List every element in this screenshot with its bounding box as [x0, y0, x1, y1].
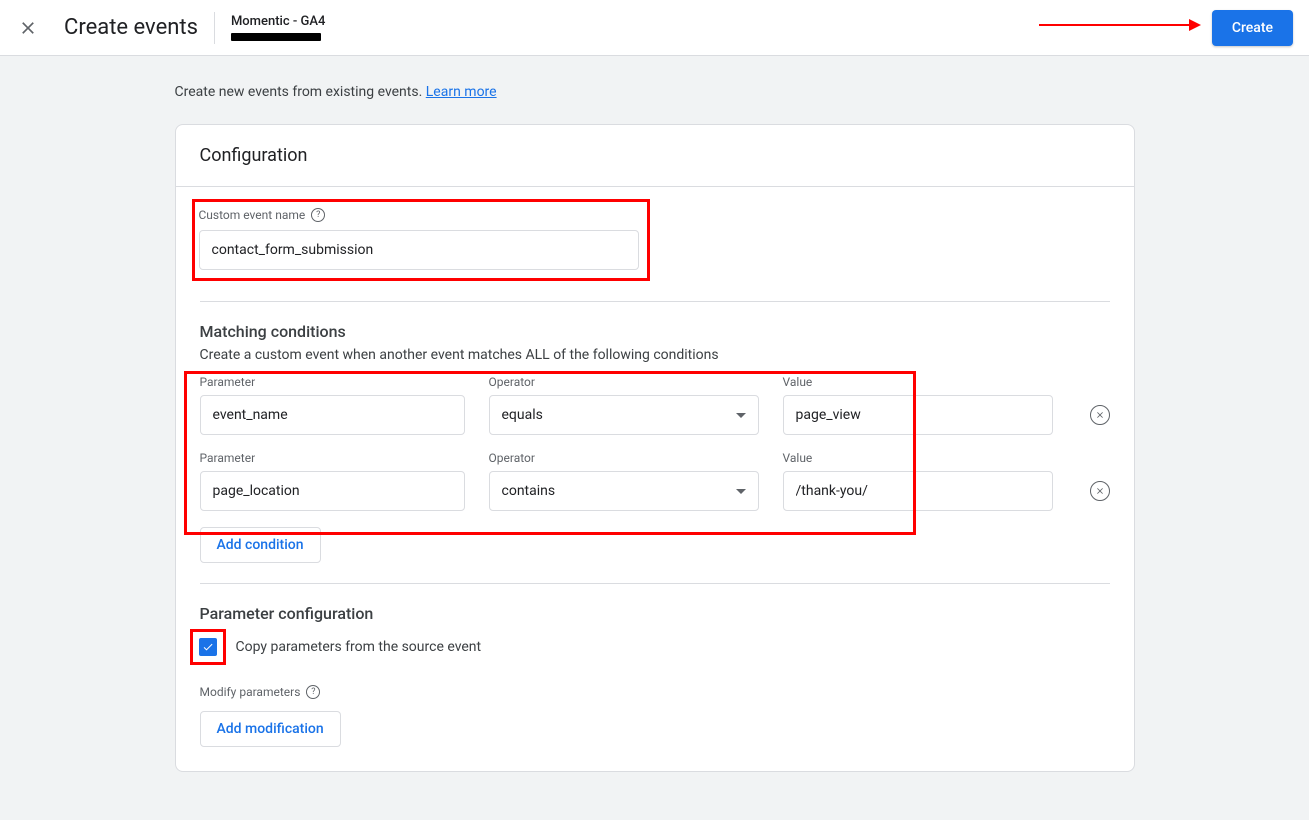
divider [214, 12, 215, 44]
parameter-label: Parameter [200, 375, 465, 389]
create-button[interactable]: Create [1212, 10, 1293, 46]
matching-subtitle: Create a custom event when another event… [200, 347, 1110, 363]
learn-more-link[interactable]: Learn more [426, 84, 497, 100]
stream-id-redacted [231, 33, 321, 41]
help-icon[interactable]: ? [306, 685, 320, 699]
operator-select[interactable]: contains [489, 471, 759, 511]
value-label: Value [783, 375, 1053, 389]
stream-name: Momentic - GA4 [231, 14, 325, 29]
operator-label: Operator [489, 451, 759, 465]
copy-params-row: Copy parameters from the source event [200, 629, 1110, 665]
help-icon[interactable]: ? [311, 208, 325, 222]
highlight-custom-event-name: Custom event name ? [192, 199, 650, 281]
divider [200, 583, 1110, 584]
remove-condition-icon[interactable] [1090, 405, 1110, 425]
operator-select[interactable]: equals [489, 395, 759, 435]
configuration-card: Configuration Custom event name ? Matchi… [175, 124, 1135, 772]
value-input[interactable] [783, 395, 1053, 435]
parameter-label: Parameter [200, 451, 465, 465]
conditions-wrapper: Parameter Operator equals Value [200, 375, 1110, 511]
stream-info: Momentic - GA4 [231, 14, 325, 41]
matching-title: Matching conditions [200, 322, 1110, 341]
custom-event-name-input[interactable] [199, 230, 639, 270]
annotation-arrow [1039, 24, 1199, 26]
copy-params-checkbox[interactable] [199, 638, 217, 656]
chevron-down-icon [736, 489, 746, 494]
remove-condition-icon[interactable] [1090, 481, 1110, 501]
highlight-checkbox [190, 629, 226, 665]
modify-params-label: Modify parameters ? [200, 685, 1110, 699]
copy-params-label: Copy parameters from the source event [236, 639, 482, 655]
chevron-down-icon [736, 413, 746, 418]
condition-row: Parameter Operator equals Value [200, 375, 1110, 435]
param-config-title: Parameter configuration [200, 604, 1110, 623]
card-header: Configuration [176, 125, 1134, 187]
divider [200, 301, 1110, 302]
add-modification-button[interactable]: Add modification [200, 711, 341, 747]
operator-label: Operator [489, 375, 759, 389]
intro-text: Create new events from existing events. … [175, 84, 1135, 100]
page-title: Create events [64, 15, 198, 40]
header-bar: Create events Momentic - GA4 Create [0, 0, 1309, 56]
content-area: Create new events from existing events. … [0, 56, 1309, 772]
parameter-input[interactable] [200, 471, 465, 511]
custom-event-name-label: Custom event name ? [199, 208, 639, 222]
value-label: Value [783, 451, 1053, 465]
close-icon[interactable] [16, 16, 40, 40]
intro-body: Create new events from existing events. [175, 84, 426, 100]
value-input[interactable] [783, 471, 1053, 511]
condition-row: Parameter Operator contains Value [200, 451, 1110, 511]
add-condition-button[interactable]: Add condition [200, 527, 321, 563]
parameter-input[interactable] [200, 395, 465, 435]
